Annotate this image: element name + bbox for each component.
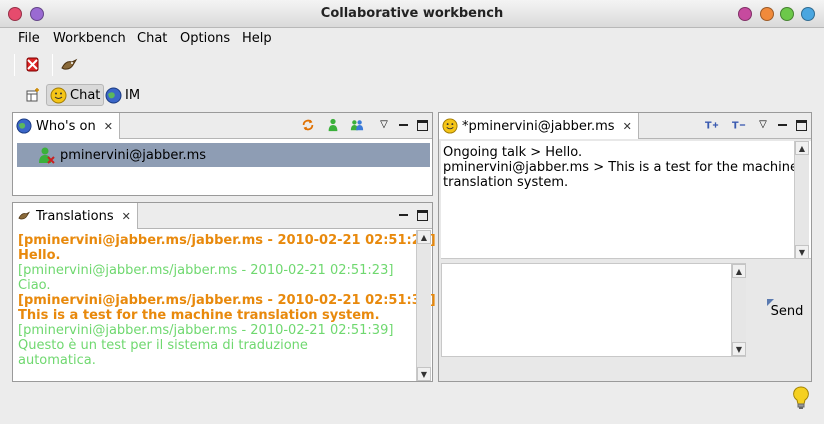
transcript-line: Ongoing talk > Hello. — [443, 145, 583, 160]
decrease-font-icon[interactable]: T — [732, 118, 746, 132]
globe-icon — [105, 87, 122, 103]
scroll-up-arrow[interactable]: ▲ — [732, 264, 746, 278]
app-window: Collaborative workbench File Workbench C… — [0, 0, 824, 424]
whos-on-header: Who's on ✕ ▽ — [13, 113, 432, 139]
list-item[interactable]: pminervini@jabber.ms — [17, 143, 430, 167]
view-menu-chevron-down-icon[interactable]: ▽ — [756, 118, 770, 132]
chat-transcript: Ongoing talk > Hello. pminervini@jabber.… — [441, 141, 811, 259]
log-header-line: [pminervini@jabber.ms/jabber.ms - 2010-0… — [18, 293, 436, 308]
contact-list: pminervini@jabber.ms — [17, 143, 430, 193]
add-contact-icon[interactable] — [326, 118, 340, 132]
scroll-down-arrow[interactable]: ▼ — [795, 245, 809, 259]
translations-header: Translations ✕ — [13, 203, 432, 229]
tab-translations-label: Translations — [36, 208, 114, 224]
menu-bar: File Workbench Chat Options Help — [0, 28, 824, 50]
window-maximize-button[interactable] — [780, 7, 794, 21]
tab-chat-session-label: *pminervini@jabber.ms — [462, 118, 615, 134]
menu-file[interactable]: File — [18, 31, 40, 46]
scroll-up-arrow[interactable]: ▲ — [417, 230, 431, 244]
maximize-view-icon[interactable] — [417, 210, 428, 221]
perspective-bar: Chat IM — [0, 82, 824, 110]
close-icon[interactable]: ✕ — [104, 120, 113, 133]
tab-whos-on-label: Who's on — [36, 118, 96, 134]
lightbulb-icon[interactable] — [792, 386, 810, 410]
transcript-line: pminervini@jabber.ms > This is a test fo… — [443, 160, 798, 175]
send-button-label: Send — [770, 303, 804, 319]
smiley-icon — [442, 118, 458, 134]
log-message-line: Questo è un test per il sistema di tradu… — [18, 338, 308, 353]
log-message-line: automatica. — [18, 353, 96, 368]
log-message-line: Ciao. — [18, 278, 51, 293]
send-button[interactable]: Send — [767, 299, 807, 323]
title-bar: Collaborative workbench — [0, 0, 824, 28]
window-minimize-button[interactable] — [738, 7, 752, 21]
open-perspective-icon — [26, 88, 39, 102]
log-header-line: [pminervini@jabber.ms/jabber.ms - 2010-0… — [18, 233, 436, 248]
smiley-icon — [50, 87, 67, 103]
disconnect-button[interactable] — [22, 54, 44, 76]
window-close-button[interactable] — [801, 7, 815, 21]
log-header-line: [pminervini@jabber.ms/jabber.ms - 2010-0… — [18, 263, 394, 278]
chat-header: *pminervini@jabber.ms ✕ T T ▽ — [439, 113, 811, 139]
group-contacts-icon[interactable] — [350, 118, 364, 132]
scroll-down-arrow[interactable]: ▼ — [732, 342, 746, 356]
open-perspective-button[interactable] — [22, 84, 44, 106]
maximize-view-icon[interactable] — [417, 120, 428, 131]
input-scrollbar[interactable]: ▲ ▼ — [731, 264, 746, 356]
maximize-view-icon[interactable] — [796, 120, 807, 131]
disconnect-icon — [26, 57, 39, 72]
close-icon[interactable]: ✕ — [122, 210, 131, 223]
chat-view: *pminervini@jabber.ms ✕ T T ▽ Ongoing ta… — [438, 112, 812, 382]
globe-icon — [16, 118, 32, 134]
perspective-chat[interactable]: Chat — [46, 84, 105, 106]
online-user-icon — [39, 147, 55, 164]
minimize-view-icon[interactable] — [397, 208, 411, 222]
scroll-down-arrow[interactable]: ▼ — [417, 367, 431, 381]
menu-chat[interactable]: Chat — [137, 31, 167, 46]
transcript-scrollbar[interactable]: ▲ ▼ — [794, 141, 809, 259]
translate-bird-icon — [61, 58, 78, 70]
main-toolbar — [0, 50, 824, 80]
svg-text:T: T — [732, 121, 739, 132]
close-icon[interactable]: ✕ — [623, 120, 632, 133]
transcript-line: translation system. — [443, 175, 569, 190]
window-shade-button[interactable] — [760, 7, 774, 21]
refresh-icon[interactable] — [301, 118, 315, 132]
svg-text:T: T — [705, 121, 712, 132]
tab-whos-on[interactable]: Who's on ✕ — [13, 113, 120, 139]
translate-button[interactable] — [58, 54, 80, 76]
increase-font-icon[interactable]: T — [705, 118, 719, 132]
log-message-line: This is a test for the machine translati… — [18, 308, 380, 323]
message-input-area: ▲ ▼ — [441, 263, 746, 357]
toolbar-separator — [14, 54, 15, 76]
corner-marker-icon — [767, 299, 774, 306]
menu-options[interactable]: Options — [180, 31, 230, 46]
perspective-chat-label: Chat — [70, 87, 101, 103]
whos-on-view: Who's on ✕ ▽ pminervini@jabber.ms — [12, 112, 433, 196]
message-input[interactable] — [442, 264, 730, 356]
perspective-im-label: IM — [125, 87, 141, 103]
menu-workbench[interactable]: Workbench — [53, 31, 126, 46]
window-title: Collaborative workbench — [320, 6, 504, 21]
log-header-line: [pminervini@jabber.ms/jabber.ms - 2010-0… — [18, 323, 394, 338]
perspective-im[interactable]: IM — [102, 84, 143, 106]
toolbar-separator — [52, 54, 53, 76]
contact-name: pminervini@jabber.ms — [60, 147, 207, 163]
translate-bird-icon — [18, 211, 31, 220]
tab-chat-session[interactable]: *pminervini@jabber.ms ✕ — [439, 113, 639, 139]
log-message-line: Hello. — [18, 248, 61, 263]
minimize-view-icon[interactable] — [776, 118, 790, 132]
minimize-view-icon[interactable] — [397, 118, 411, 132]
scroll-up-arrow[interactable]: ▲ — [795, 141, 809, 155]
translations-log: [pminervini@jabber.ms/jabber.ms - 2010-0… — [13, 230, 436, 381]
tab-translations[interactable]: Translations ✕ — [13, 203, 138, 229]
menu-help[interactable]: Help — [242, 31, 272, 46]
view-menu-chevron-down-icon[interactable]: ▽ — [377, 118, 391, 132]
translations-scrollbar[interactable]: ▲ ▼ — [416, 230, 431, 381]
translations-view: Translations ✕ [pminervini@jabber.ms/jab… — [12, 202, 436, 382]
